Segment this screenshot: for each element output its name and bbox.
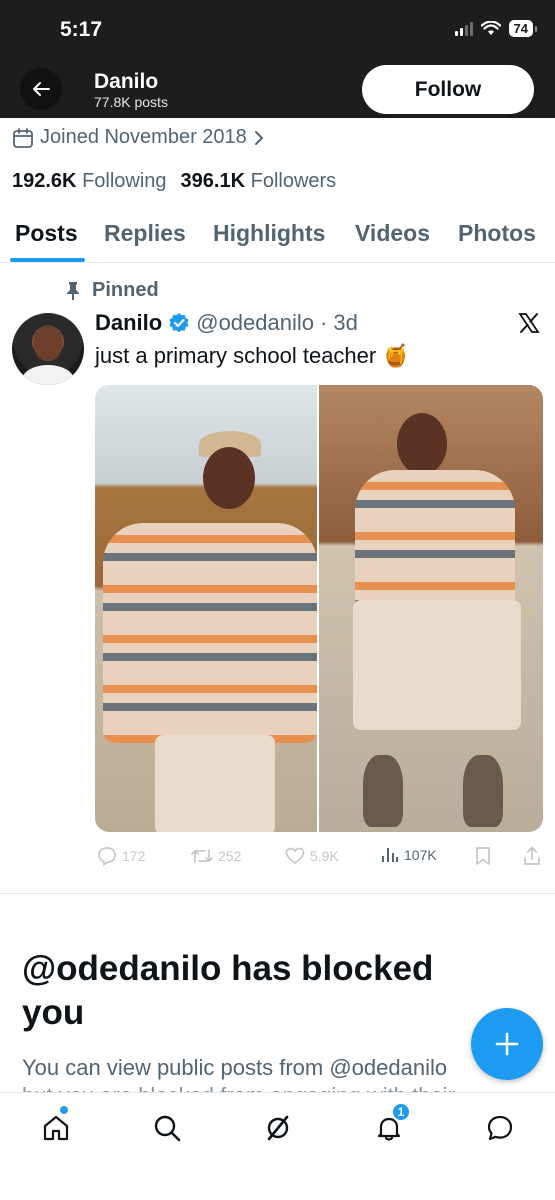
- post-separator: ·: [320, 310, 328, 335]
- back-button[interactable]: [20, 68, 62, 110]
- home-icon: [43, 1115, 69, 1141]
- post-author-name[interactable]: Danilo: [95, 310, 162, 336]
- profile-tabs: Posts Replies Highlights Videos Photos: [0, 212, 555, 263]
- compose-post-button[interactable]: [471, 1008, 543, 1080]
- following-label: Following: [82, 170, 167, 192]
- like-count: 5.9K: [310, 848, 339, 864]
- author-avatar[interactable]: [12, 313, 84, 385]
- tab-posts[interactable]: Posts: [15, 220, 78, 247]
- post-actions: 172 252 5.9K 107K: [95, 846, 545, 870]
- active-tab-indicator: [10, 258, 85, 262]
- reply-icon: [98, 847, 116, 866]
- following-count: 192.6K: [12, 170, 77, 192]
- nav-home[interactable]: [38, 1106, 74, 1146]
- post-photo-standing[interactable]: [95, 385, 317, 832]
- followers-count: 396.1K: [180, 170, 246, 192]
- verified-badge-icon: [169, 313, 189, 333]
- chat-bubble-icon: [487, 1115, 513, 1141]
- signal-icon: [454, 21, 473, 36]
- blocked-title: @odedanilo has blocked you: [22, 949, 434, 1032]
- repost-button[interactable]: 252: [191, 846, 241, 866]
- share-icon: [524, 846, 540, 865]
- arrow-left-icon: [33, 82, 50, 96]
- post-text: just a primary school teacher 🍯: [95, 343, 410, 369]
- joined-date-link[interactable]: Joined November 2018: [12, 126, 265, 149]
- reply-count: 172: [122, 848, 146, 864]
- heart-icon: [285, 847, 305, 865]
- follow-button[interactable]: Follow: [362, 65, 534, 114]
- notifications-badge: 1: [392, 1103, 410, 1121]
- post-text-body: just a primary school teacher: [95, 343, 377, 368]
- header-posts-count: 77.8K posts: [94, 94, 168, 110]
- status-icons: 74: [454, 20, 538, 37]
- profile-header: 5:17 74 Danilo 77.8K posts Follow: [0, 0, 555, 118]
- bookmark-icon: [476, 847, 490, 865]
- following-link[interactable]: 192.6K Following: [12, 170, 167, 193]
- joined-date-text: Joined November 2018: [40, 126, 247, 148]
- views-button[interactable]: 107K: [381, 846, 437, 864]
- nav-search[interactable]: [149, 1110, 185, 1146]
- pinned-text: Pinned: [92, 279, 159, 301]
- tab-videos[interactable]: Videos: [355, 220, 430, 247]
- post-media[interactable]: [95, 385, 543, 832]
- nav-grok[interactable]: [260, 1110, 296, 1146]
- home-notification-dot: [60, 1106, 68, 1114]
- post-author-handle: @odedanilo: [196, 310, 314, 335]
- followers-link[interactable]: 396.1K Followers: [181, 170, 337, 193]
- post-photo-sitting[interactable]: [319, 385, 543, 832]
- nav-messages[interactable]: [482, 1110, 518, 1146]
- followers-label: Followers: [250, 170, 337, 192]
- header-profile-name: Danilo: [94, 70, 159, 93]
- share-button[interactable]: [522, 846, 542, 866]
- plus-icon: [495, 1032, 519, 1056]
- section-divider: [0, 893, 555, 894]
- tab-replies[interactable]: Replies: [104, 220, 186, 247]
- chevron-right-icon: [254, 130, 264, 145]
- repost-icon: [191, 849, 213, 863]
- battery-indicator: 74: [508, 20, 538, 37]
- follow-counts: 192.6K Following 396.1K Followers: [12, 170, 336, 193]
- views-count: 107K: [404, 847, 437, 863]
- wifi-icon: [480, 21, 501, 35]
- post-age: 3d: [333, 310, 358, 335]
- grok-icon: [267, 1115, 289, 1141]
- x-logo-icon[interactable]: [518, 312, 540, 334]
- tab-highlights[interactable]: Highlights: [213, 220, 325, 247]
- blocked-description-cut: but you are blocked from engaging with t…: [22, 1080, 492, 1092]
- calendar-icon: [13, 127, 33, 148]
- pinned-label: Pinned: [64, 279, 159, 302]
- tab-photos[interactable]: Photos: [458, 220, 536, 247]
- bar-chart-icon: [382, 848, 398, 862]
- status-time: 5:17: [60, 18, 103, 41]
- reply-button[interactable]: 172: [97, 846, 145, 866]
- search-icon: [154, 1115, 181, 1142]
- honey-pot-emoji: 🍯: [382, 343, 410, 368]
- repost-count: 252: [218, 848, 242, 864]
- bottom-navigation: 1: [0, 1092, 555, 1200]
- like-button[interactable]: 5.9K: [285, 846, 339, 866]
- nav-notifications[interactable]: 1: [371, 1103, 410, 1146]
- post-header: Danilo @odedanilo · 3d: [95, 310, 358, 336]
- bookmark-button[interactable]: [475, 846, 491, 866]
- pin-icon: [67, 281, 79, 300]
